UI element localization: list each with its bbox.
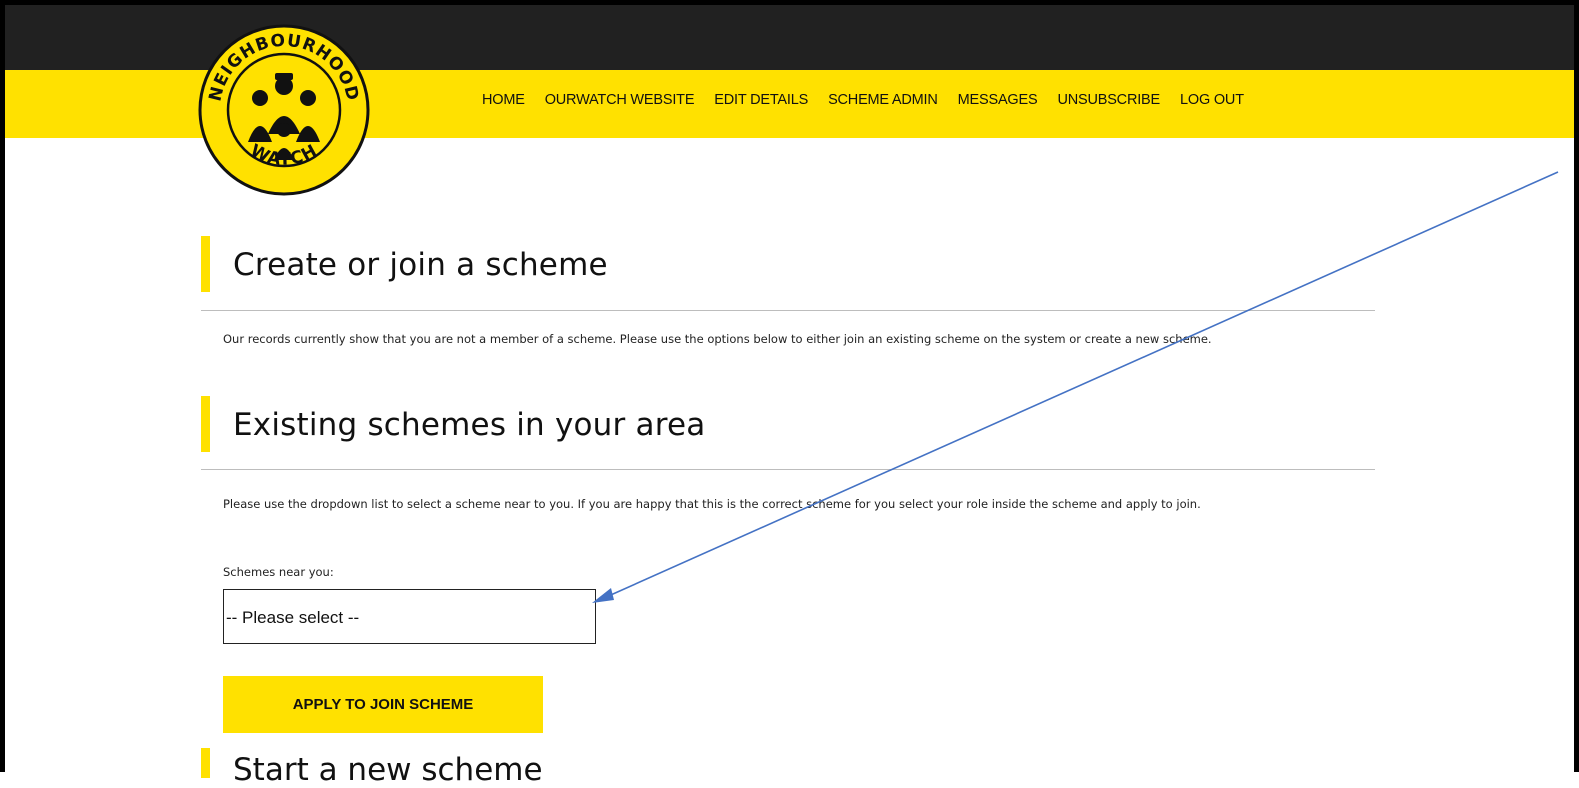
annotation-arrow-icon	[592, 171, 1559, 603]
